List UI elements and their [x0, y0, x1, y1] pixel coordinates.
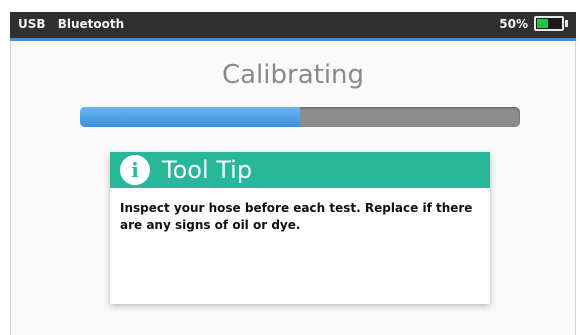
tool-tip-card: i Tool Tip Inspect your hose before each…	[110, 152, 490, 304]
usb-label: USB	[18, 17, 46, 31]
calibration-progress-bar	[80, 107, 520, 127]
page-title: Calibrating	[221, 60, 365, 90]
tool-tip-title: Tool Tip	[162, 156, 253, 184]
progress-fill	[80, 107, 300, 127]
battery-icon	[534, 16, 564, 31]
status-bar: USB Bluetooth 50%	[10, 12, 576, 41]
info-icon: i	[120, 155, 150, 185]
tool-tip-header: i Tool Tip	[110, 152, 490, 188]
battery-level-fill	[537, 19, 548, 28]
bluetooth-label: Bluetooth	[57, 17, 125, 31]
battery-status: 50%	[499, 16, 568, 31]
connection-status: USB Bluetooth	[18, 17, 132, 31]
tool-tip-message: Inspect your hose before each test. Repl…	[120, 201, 473, 232]
battery-percent: 50%	[499, 16, 528, 31]
battery-tip	[565, 20, 568, 27]
